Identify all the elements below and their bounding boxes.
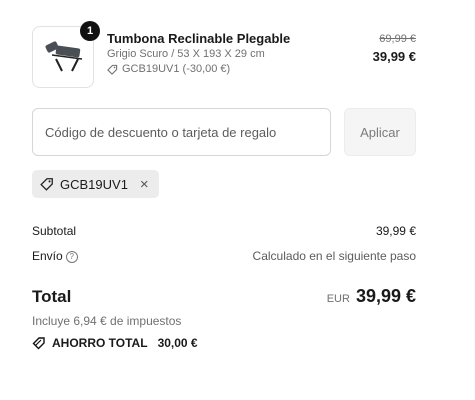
product-discount-text: GCB19UV1 (-30,00 €) bbox=[122, 63, 231, 75]
total-row: Total EUR 39,99 € bbox=[32, 286, 416, 307]
savings-label: AHORRO TOTAL bbox=[52, 336, 148, 350]
shipping-value: Calculado en el siguiente paso bbox=[252, 249, 416, 263]
subtotal-value: 39,99 € bbox=[375, 224, 416, 238]
order-summary: 1 Tumbona Reclinable Plegable Grigio Scu… bbox=[32, 21, 416, 350]
tag-icon bbox=[107, 64, 118, 75]
applied-code-text: GCB19UV1 bbox=[60, 176, 128, 192]
cart-line-item: 1 Tumbona Reclinable Plegable Grigio Scu… bbox=[32, 21, 416, 88]
subtotal-label: Subtotal bbox=[32, 224, 77, 238]
tax-note: Incluye 6,94 € de impuestos bbox=[32, 314, 182, 328]
product-price: 39,99 € bbox=[372, 49, 416, 64]
product-variant: Grigio Scuro / 53 X 193 X 29 cm bbox=[107, 48, 265, 60]
original-price: 69,99 € bbox=[379, 33, 416, 45]
sunlounger-image bbox=[45, 41, 83, 72]
info-icon[interactable]: ? bbox=[65, 250, 78, 263]
discount-form: Aplicar bbox=[32, 108, 416, 156]
total-label: Total bbox=[32, 287, 72, 306]
shipping-label: Envío bbox=[32, 249, 63, 263]
total-savings: AHORRO TOTAL 30,00 € bbox=[32, 336, 198, 350]
product-discount: GCB19UV1 (-30,00 €) bbox=[107, 62, 290, 77]
savings-tag-icon bbox=[32, 337, 45, 350]
applied-discount-chip: GCB19UV1 × bbox=[32, 170, 159, 198]
shipping-row: Envío? Calculado en el siguiente paso bbox=[32, 249, 416, 263]
apply-button[interactable]: Aplicar bbox=[344, 108, 416, 156]
total-value: 39,99 € bbox=[355, 286, 416, 306]
product-name: Tumbona Reclinable Plegable bbox=[107, 31, 291, 46]
discount-code-input[interactable] bbox=[32, 108, 331, 156]
quantity-badge: 1 bbox=[80, 21, 100, 41]
currency-code: EUR bbox=[326, 293, 350, 305]
tag-icon bbox=[40, 178, 53, 191]
savings-value: 30,00 € bbox=[157, 336, 198, 350]
subtotal-row: Subtotal 39,99 € bbox=[32, 224, 416, 238]
remove-code-icon[interactable]: × bbox=[140, 177, 149, 192]
